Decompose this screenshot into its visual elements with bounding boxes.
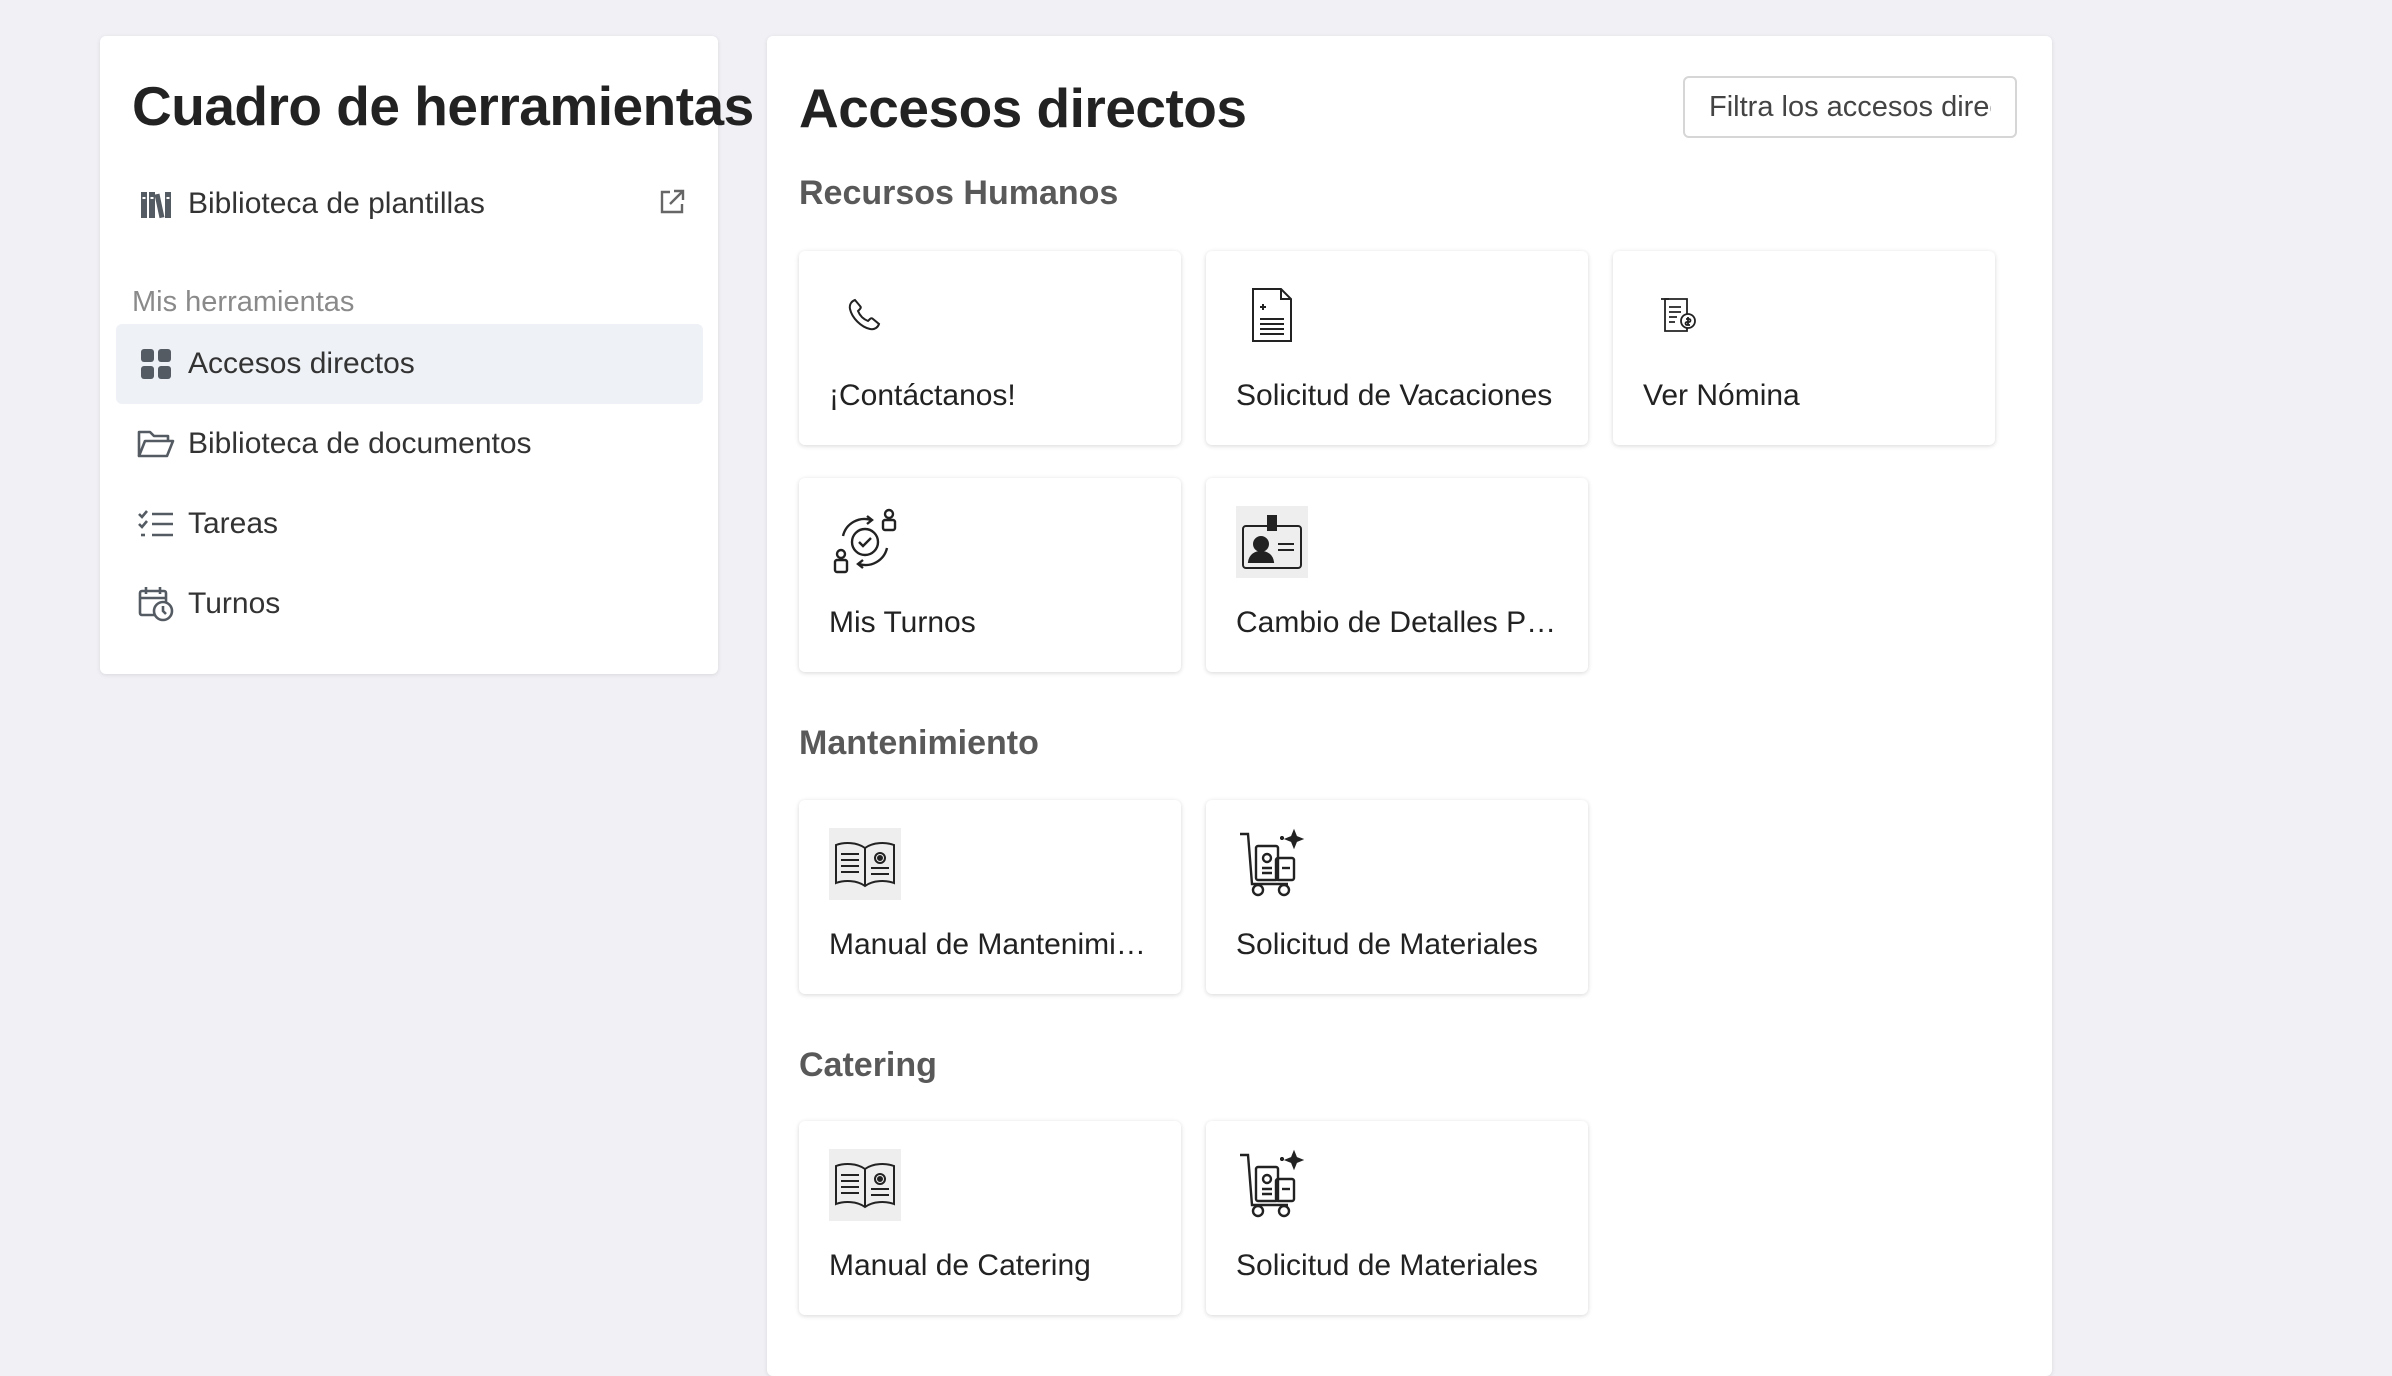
- shift-rotation-icon: [829, 506, 901, 578]
- external-link-icon: [658, 188, 686, 221]
- sidebar-item-label: Turnos: [188, 587, 281, 620]
- shortcut-label: ¡Contáctanos!: [829, 379, 1016, 412]
- shortcut-card-maintenance-manual[interactable]: Manual de Mantenimiento: [799, 800, 1181, 994]
- toolbox-panel: Cuadro de herramientas Biblioteca de pla…: [100, 36, 754, 674]
- shortcut-card-catering-manual[interactable]: Manual de Catering: [799, 1121, 1181, 1315]
- shortcuts-panel: Accesos directos Recursos Humanos ¡Contá…: [767, 36, 2052, 1376]
- checklist-icon: [136, 504, 176, 544]
- calendar-clock-icon: [136, 584, 176, 624]
- manual-book-icon: [829, 1149, 901, 1221]
- shortcut-label: Cambio de Detalles Personales: [1236, 606, 1566, 639]
- group-heading-catering: Catering: [799, 1046, 937, 1084]
- group-heading-maintenance: Mantenimiento: [799, 724, 1039, 762]
- shortcut-card-catering-materials-request[interactable]: Solicitud de Materiales: [1206, 1121, 1588, 1315]
- shortcut-label: Manual de Mantenimiento: [829, 928, 1159, 961]
- shortcut-card-contact[interactable]: ¡Contáctanos!: [799, 251, 1181, 445]
- toolbox-title: Cuadro de herramientas: [132, 75, 754, 137]
- sidebar-item-label: Accesos directos: [188, 347, 415, 380]
- document-icon: [1236, 279, 1308, 351]
- my-tools-caption: Mis herramientas: [132, 286, 355, 318]
- template-library-link[interactable]: Biblioteca de plantillas: [136, 176, 686, 232]
- template-library-label: Biblioteca de plantillas: [188, 187, 485, 220]
- group-heading-hr: Recursos Humanos: [799, 174, 1119, 212]
- shortcut-card-materials-request[interactable]: Solicitud de Materiales: [1206, 800, 1588, 994]
- shortcut-card-personal-details[interactable]: Cambio de Detalles Personales: [1206, 478, 1588, 672]
- shortcut-label: Solicitud de Vacaciones: [1236, 379, 1553, 412]
- shortcut-card-view-payroll[interactable]: Ver Nómina: [1613, 251, 1995, 445]
- page-title: Accesos directos: [799, 77, 1247, 139]
- folder-open-icon: [136, 424, 176, 464]
- manual-book-icon: [829, 828, 901, 900]
- materials-cart-icon: [1236, 828, 1308, 900]
- shortcut-label: Solicitud de Materiales: [1236, 928, 1538, 961]
- grid-icon: [136, 344, 176, 384]
- shortcut-label: Ver Nómina: [1643, 379, 1800, 412]
- sidebar-item-document-library[interactable]: Biblioteca de documentos: [116, 404, 703, 484]
- shortcut-label: Manual de Catering: [829, 1249, 1091, 1282]
- sidebar-item-shortcuts[interactable]: Accesos directos: [116, 324, 703, 404]
- shortcut-card-vacation-request[interactable]: Solicitud de Vacaciones: [1206, 251, 1588, 445]
- id-card-icon: [1236, 506, 1308, 578]
- filter-shortcuts-input[interactable]: [1683, 76, 2017, 138]
- sidebar-item-label: Biblioteca de documentos: [188, 427, 532, 460]
- materials-cart-icon: [1236, 1149, 1308, 1221]
- sidebar-item-tasks[interactable]: Tareas: [116, 484, 703, 564]
- phone-icon: [829, 279, 901, 351]
- shortcut-label: Mis Turnos: [829, 606, 976, 639]
- books-icon: [136, 184, 176, 224]
- shortcut-label: Solicitud de Materiales: [1236, 1249, 1538, 1282]
- sidebar-item-label: Tareas: [188, 507, 279, 540]
- sidebar-item-shifts[interactable]: Turnos: [116, 564, 703, 644]
- payroll-receipt-icon: [1643, 279, 1715, 351]
- shortcut-card-my-shifts[interactable]: Mis Turnos: [799, 478, 1181, 672]
